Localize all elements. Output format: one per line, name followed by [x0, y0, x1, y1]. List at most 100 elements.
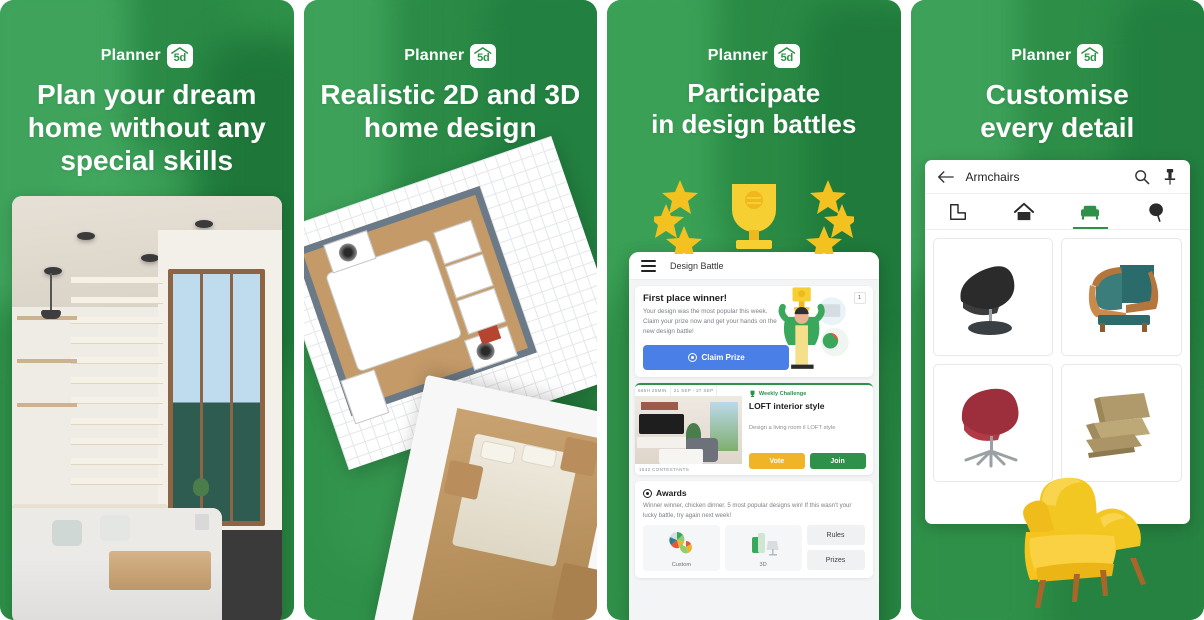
tab-room-shape[interactable]: [925, 194, 991, 229]
brand-badge: 5d: [773, 44, 800, 68]
house-roof-icon: [170, 47, 189, 54]
plan-room: [303, 186, 537, 425]
challenge-meta: 565H 25MIN 21 SEP - 27 SEP: [635, 385, 742, 397]
challenge-room-photo: [635, 396, 742, 465]
panel-realistic-2d-3d: Planner 5d Realistic 2D and 3D home desi…: [303, 0, 598, 620]
awards-side-buttons: Rules Prizes: [806, 525, 865, 571]
design-battle-phone-mockup: Design Battle 1 First place winner! Your…: [629, 252, 879, 620]
challenge-title: LOFT interior style: [748, 401, 825, 412]
room-shape-icon: [949, 203, 966, 220]
house-roof-icon: [474, 47, 492, 54]
hamburger-menu-icon[interactable]: [641, 259, 656, 272]
challenge-details: Weekly Challenge LOFT interior style Des…: [742, 385, 873, 475]
challenge-date-range: 21 SEP - 27 SEP: [671, 385, 718, 397]
page-title: Participate in design battles: [651, 78, 857, 139]
catalog-item-black-swivel-chair[interactable]: [932, 238, 1054, 356]
tab-furniture[interactable]: [1057, 194, 1123, 229]
page-title: Customise every detail: [980, 79, 1135, 144]
app-title: Design Battle: [670, 260, 724, 271]
brand-wordmark: Planner: [100, 47, 161, 64]
brand-badge: 5d: [470, 44, 497, 68]
brand-logo: Planner 5d: [0, 44, 294, 68]
plant-foliage: [192, 477, 209, 496]
brand-badge: 5d: [1077, 44, 1104, 68]
house-roof-icon: [1081, 47, 1099, 54]
coffee-table: [109, 551, 212, 590]
brand-badge-text: 5d: [780, 52, 794, 64]
red-swivel-chair: [961, 388, 1019, 468]
app-header: Design Battle: [629, 252, 879, 280]
first-place-winner-card: 1 First place winner! Your design was th…: [635, 286, 873, 378]
challenge-description: Design a living room il LOFT style: [748, 425, 836, 432]
brand-wordmark: Planner: [707, 47, 768, 64]
trophy-icon: [731, 184, 776, 249]
plan-furniture: [339, 369, 389, 425]
award-circle-icon: [643, 488, 652, 498]
panel-customise-every-detail: Planner 5d Customise every detail Armcha…: [910, 0, 1204, 620]
panel-design-battles: Planner 5d Participate in design battles: [607, 0, 901, 620]
brand-logo: Planner 5d: [304, 44, 598, 68]
brand-badge: 5d: [166, 44, 193, 68]
weekly-challenge-card[interactable]: 565H 25MIN 21 SEP - 27 SEP 1542 CONTESTA…: [635, 383, 873, 476]
trophy-stars-svg: [653, 180, 854, 254]
catalog-title: Armchairs: [965, 169, 1020, 184]
join-button[interactable]: Join: [809, 453, 866, 470]
page-title: Plan your dream home without any special…: [27, 79, 266, 177]
challenge-preview: 565H 25MIN 21 SEP - 27 SEP 1542 CONTESTA…: [635, 385, 742, 476]
arrow-back-icon[interactable]: [937, 170, 954, 184]
featured-yellow-armchair: [1023, 477, 1146, 608]
awards-title: Awards: [656, 488, 687, 499]
challenge-actions: Vote Join: [748, 453, 866, 470]
challenge-time-left: 565H 25MIN: [635, 385, 671, 397]
trophy-with-stars-graphic: [607, 176, 901, 256]
beige-lounge-chair: [1085, 393, 1150, 458]
brand-wordmark: Planner: [1011, 47, 1072, 64]
tab-plants[interactable]: [1124, 194, 1190, 229]
rules-button[interactable]: Rules: [806, 525, 865, 546]
color-wheel-icon: [669, 532, 693, 554]
search-icon[interactable]: [1134, 169, 1150, 185]
brand-logo: Planner 5d: [911, 44, 1204, 68]
black-swivel-chair: [960, 266, 1015, 335]
prizes-button[interactable]: Prizes: [806, 550, 865, 571]
winner-illustration: [778, 287, 849, 369]
panel-plan-your-dream-home: Planner 5d Plan your dream home without …: [0, 0, 294, 620]
teal-wood-armchair: [1088, 265, 1158, 332]
brand-badge-text: 5d: [477, 52, 490, 64]
house-roof-icon: [777, 47, 796, 54]
screenshot-strip: Planner 5d Plan your dream home without …: [0, 0, 1204, 620]
challenge-contestants: 1542 CONTESTANTS: [639, 467, 690, 473]
prize-circle-icon: [687, 353, 697, 363]
plant-tree-icon: [1149, 202, 1163, 222]
trophy-icon: [750, 390, 755, 398]
3d-nightstand: [559, 436, 597, 477]
award-tile-label: 3D: [759, 562, 767, 569]
award-tile-label: Custom: [671, 562, 692, 569]
catalog-category-tabs: [924, 194, 1190, 230]
awards-card: Awards Winner winner, chicken dinner. 5 …: [635, 481, 873, 579]
app-content: 1 First place winner! Your design was th…: [629, 280, 879, 620]
awards-body: Winner winner, chicken dinner. 5 most po…: [643, 502, 852, 519]
tab-house[interactable]: [991, 194, 1057, 229]
brand-logo: Planner 5d: [607, 44, 901, 68]
brand-wordmark: Planner: [404, 47, 465, 64]
vote-button[interactable]: Vote: [748, 453, 805, 470]
plant-pot: [195, 513, 210, 530]
awards-header: Awards: [643, 488, 865, 498]
pin-icon[interactable]: [1162, 168, 1178, 185]
brand-badge-text: 5d: [173, 52, 187, 64]
award-tile-3d[interactable]: 3D: [724, 525, 802, 572]
weekly-challenge-label: Weekly Challenge: [758, 391, 807, 398]
interior-render-photo: [12, 196, 282, 620]
award-tile-custom[interactable]: Custom: [643, 525, 720, 572]
staircase: [71, 277, 163, 500]
pendant-lamp: [40, 273, 61, 320]
house-icon: [1013, 202, 1035, 220]
brand-badge-text: 5d: [1084, 52, 1097, 64]
awards-tiles: Custom 3D Rules Prizes: [643, 525, 865, 572]
furniture-3d-icon: [752, 533, 779, 556]
claim-prize-label: Claim Prize: [701, 353, 745, 363]
sliding-glass-door: [168, 268, 266, 526]
catalog-header: Armchairs: [924, 160, 1190, 194]
catalog-item-teal-wood-armchair[interactable]: [1061, 238, 1182, 356]
